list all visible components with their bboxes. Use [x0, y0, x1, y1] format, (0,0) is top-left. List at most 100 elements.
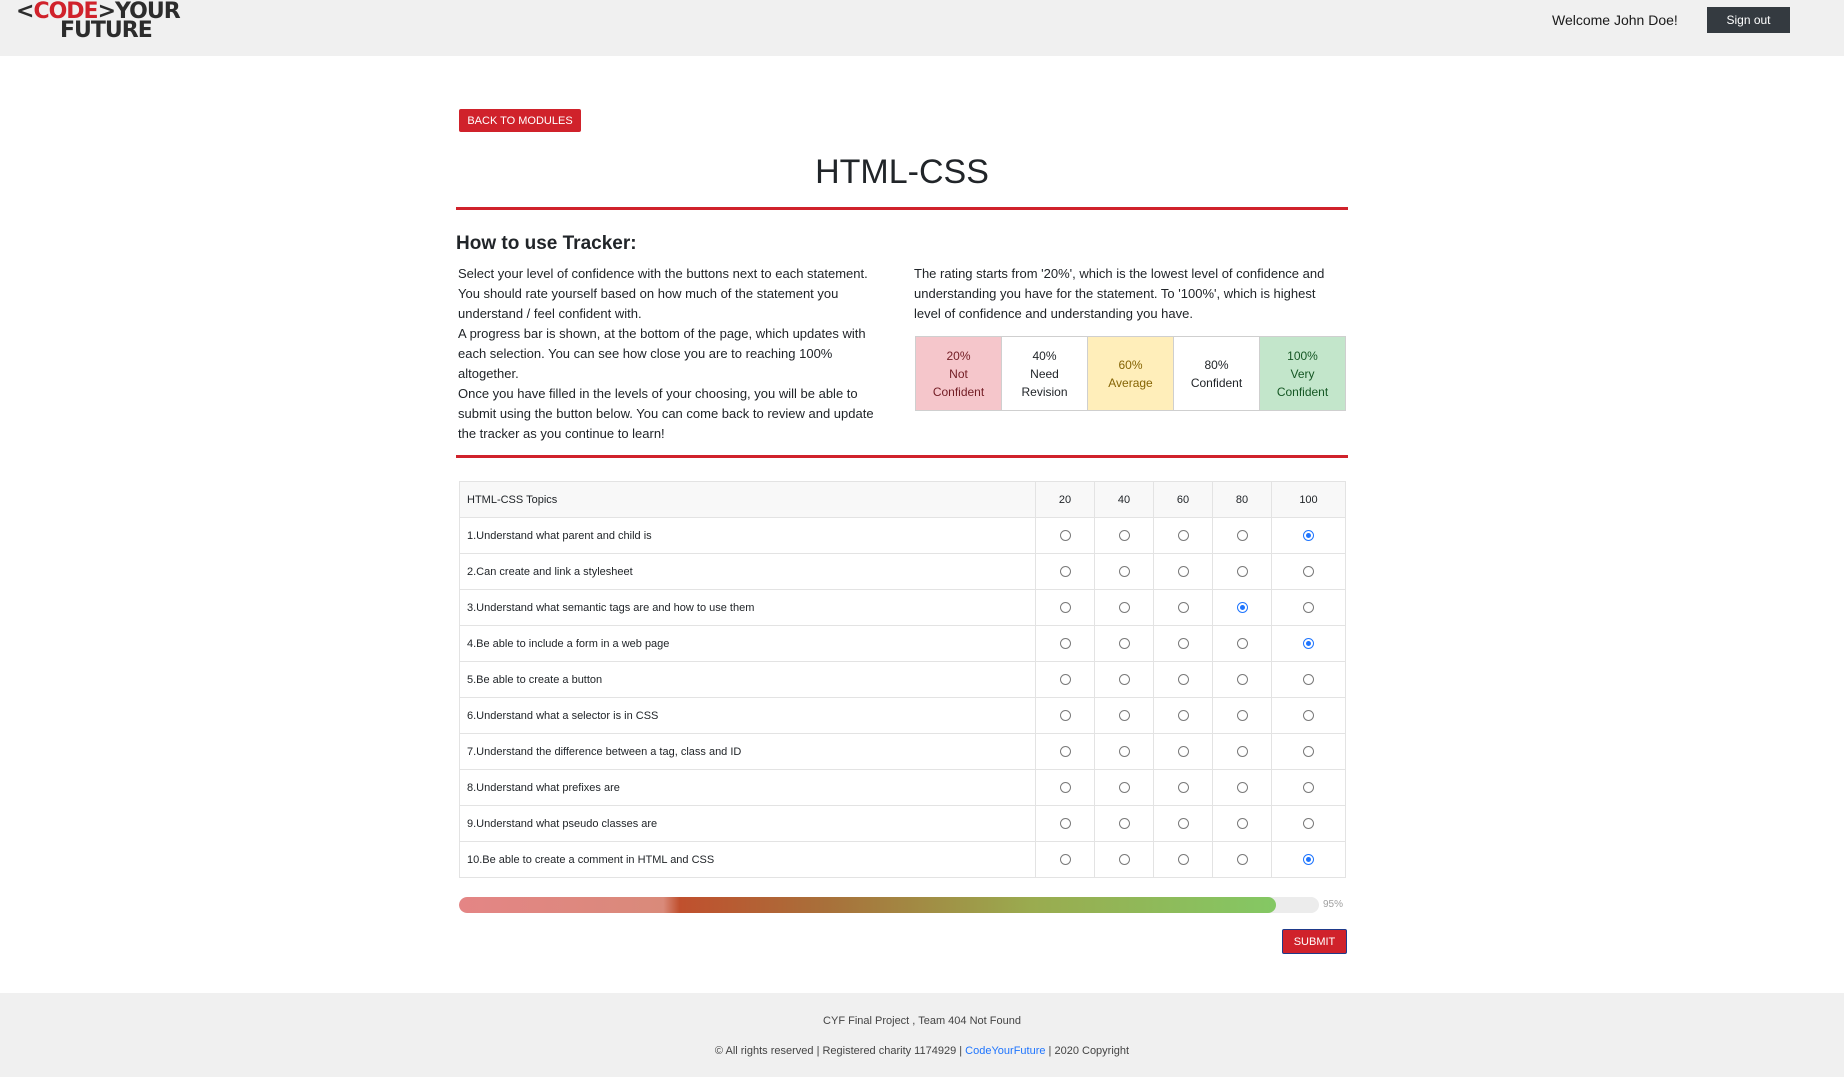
level-column-header: 60 [1153, 481, 1213, 518]
rating-radio-80[interactable] [1236, 674, 1248, 686]
rating-radio-100[interactable] [1303, 818, 1314, 830]
sign-out-button[interactable]: Sign out [1707, 7, 1790, 33]
rating-radio-100[interactable] [1303, 674, 1314, 686]
rating-cell [1153, 805, 1213, 842]
rating-cell [1153, 661, 1213, 698]
rating-cell [1153, 553, 1213, 590]
rating-radio-20[interactable] [1059, 854, 1071, 866]
rating-cell [1153, 733, 1213, 770]
legend-text: Average [1108, 375, 1153, 390]
legend-text: 60% [1118, 357, 1143, 372]
welcome-message: Welcome John Doe! [1552, 12, 1678, 28]
rating-radio-60[interactable] [1177, 638, 1189, 650]
rating-radio-40[interactable] [1118, 638, 1130, 650]
rating-radio-80[interactable] [1236, 746, 1248, 758]
rating-radio-40[interactable] [1118, 710, 1130, 722]
rating-radio-100[interactable] [1303, 854, 1314, 866]
table-row: 6.Understand what a selector is in CSS [459, 697, 1346, 734]
rating-cell [1212, 697, 1272, 734]
rating-radio-80[interactable] [1236, 782, 1248, 794]
topic-label: 5.Be able to create a button [459, 661, 1036, 698]
rating-cell [1094, 625, 1154, 662]
rating-radio-60[interactable] [1177, 782, 1189, 794]
rating-radio-20[interactable] [1059, 818, 1071, 830]
rating-cell [1271, 625, 1346, 662]
legend-cell: 100% Very Confident [1260, 337, 1345, 410]
table-header-row: HTML-CSS Topics 20 40 60 80 100 [459, 481, 1346, 518]
rating-radio-60[interactable] [1177, 854, 1189, 866]
rating-radio-80[interactable] [1236, 818, 1248, 830]
rating-cell [1212, 589, 1272, 626]
level-column-header: 80 [1212, 481, 1272, 518]
rating-radio-100[interactable] [1303, 782, 1314, 794]
rating-radio-40[interactable] [1118, 782, 1130, 794]
rating-radio-60[interactable] [1177, 674, 1189, 686]
copyright-text: © All rights reserved | Registered chari… [714, 1045, 966, 1057]
rating-radio-100[interactable] [1303, 602, 1314, 614]
legend-text: Confident [1190, 375, 1243, 390]
rating-radio-80[interactable] [1236, 566, 1248, 578]
rating-radio-40[interactable] [1118, 854, 1130, 866]
rating-radio-20[interactable] [1059, 638, 1071, 650]
rating-radio-20[interactable] [1059, 566, 1071, 578]
rating-radio-100[interactable] [1303, 710, 1314, 722]
rating-radio-80[interactable] [1236, 854, 1248, 866]
rating-radio-100[interactable] [1303, 638, 1314, 650]
rating-radio-100[interactable] [1303, 746, 1314, 758]
rating-radio-80[interactable] [1236, 530, 1248, 542]
rating-radio-40[interactable] [1118, 746, 1130, 758]
footer: CYF Final Project , Team 404 Not Found ©… [0, 993, 1844, 1077]
instructions-text: Select your level of confidence with the… [458, 264, 888, 444]
rating-cell [1212, 517, 1272, 554]
code-your-future-logo[interactable]: <CODE>YOUR FUTURE [16, 1, 181, 42]
topic-label: 2.Can create and link a stylesheet [459, 553, 1036, 590]
progress-bar [459, 897, 1319, 913]
rating-radio-80[interactable] [1236, 638, 1248, 650]
rating-cell [1212, 553, 1272, 590]
rating-radio-60[interactable] [1177, 746, 1189, 758]
rating-radio-100[interactable] [1303, 566, 1314, 578]
rating-cell [1271, 733, 1346, 770]
back-to-modules-button[interactable]: BACK TO MODULES [459, 109, 581, 132]
rating-radio-40[interactable] [1118, 818, 1130, 830]
rating-radio-40[interactable] [1118, 530, 1130, 542]
rating-radio-40[interactable] [1118, 566, 1130, 578]
rating-radio-20[interactable] [1059, 746, 1071, 758]
legend-text: 40% [1032, 348, 1057, 363]
rating-cell [1035, 733, 1095, 770]
rating-radio-40[interactable] [1118, 602, 1130, 614]
rating-cell [1094, 661, 1154, 698]
rating-radio-20[interactable] [1059, 710, 1071, 722]
table-row: 2.Can create and link a stylesheet [459, 553, 1346, 590]
submit-button[interactable]: SUBMIT [1282, 929, 1347, 954]
rating-radio-60[interactable] [1177, 566, 1189, 578]
rating-cell [1035, 769, 1095, 806]
topic-label: 8.Understand what prefixes are [459, 769, 1036, 806]
rating-radio-60[interactable] [1177, 530, 1189, 542]
rating-radio-60[interactable] [1177, 710, 1189, 722]
rating-radio-20[interactable] [1059, 782, 1071, 794]
rating-radio-20[interactable] [1059, 674, 1071, 686]
legend-text: Confident [932, 384, 985, 399]
rating-cell [1212, 733, 1272, 770]
rating-cell [1153, 769, 1213, 806]
legend-text: 80% [1204, 357, 1229, 372]
rating-radio-60[interactable] [1177, 818, 1189, 830]
legend-text: Very [1290, 366, 1315, 381]
rating-radio-40[interactable] [1118, 674, 1130, 686]
rating-radio-60[interactable] [1177, 602, 1189, 614]
rating-radio-20[interactable] [1059, 602, 1071, 614]
rating-radio-80[interactable] [1236, 710, 1248, 722]
rating-radio-20[interactable] [1059, 530, 1071, 542]
table-row: 5.Be able to create a button [459, 661, 1346, 698]
codeyourfuture-link[interactable]: CodeYourFuture [965, 1045, 1045, 1057]
table-row: 10.Be able to create a comment in HTML a… [459, 841, 1346, 878]
rating-cell [1271, 841, 1346, 878]
legend-cell: 60% Average [1088, 337, 1174, 410]
rating-cell [1271, 697, 1346, 734]
rating-cell [1035, 625, 1095, 662]
rating-radio-80[interactable] [1236, 602, 1248, 614]
top-navbar: <CODE>YOUR FUTURE Welcome John Doe! Sign… [0, 0, 1844, 56]
rating-radio-100[interactable] [1303, 530, 1314, 542]
legend-cell: 80% Confident [1174, 337, 1260, 410]
